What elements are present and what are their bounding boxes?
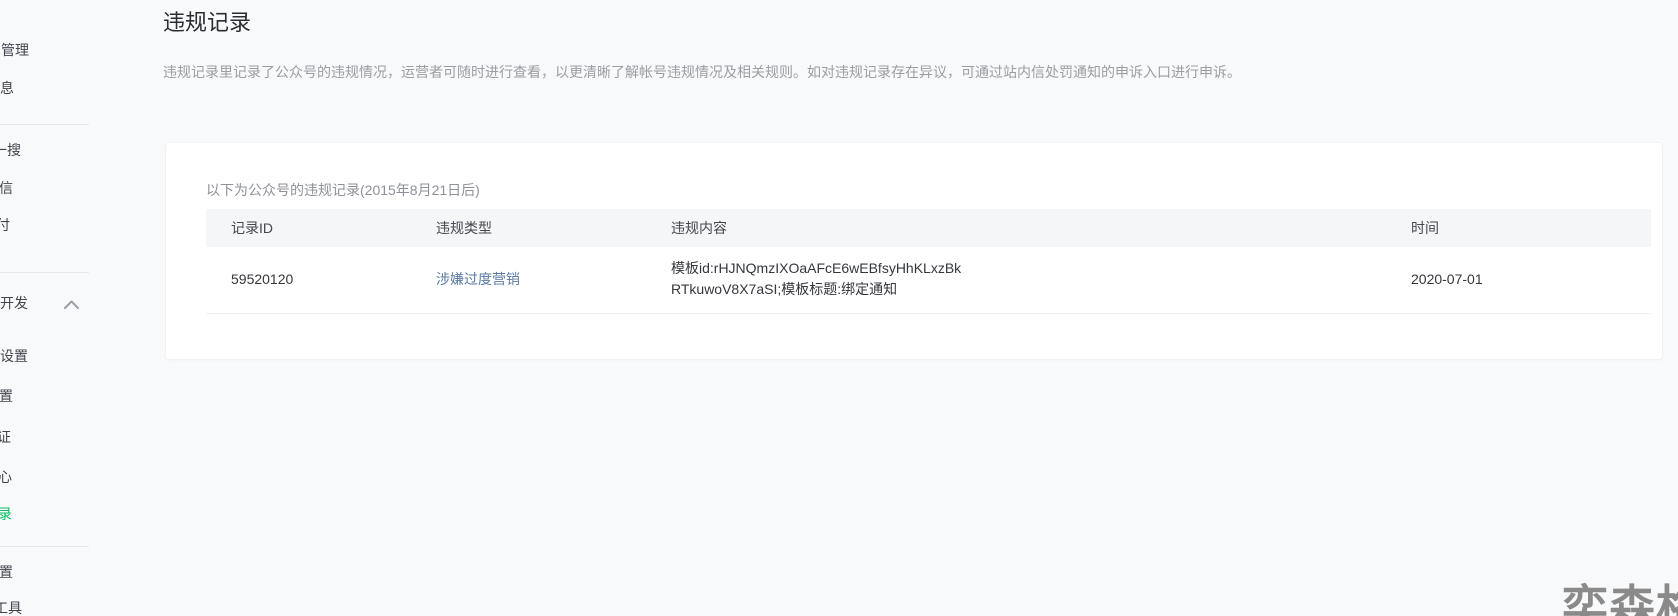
- col-header-record-id: 记录ID: [206, 209, 411, 247]
- cell-time: 2020-07-01: [1386, 247, 1651, 314]
- cell-violation-type: 涉嫌过度营销: [411, 247, 646, 314]
- records-subtitle: 以下为公众号的违规记录(2015年8月21日后): [206, 182, 480, 198]
- col-header-violation-content: 违规内容: [646, 209, 1386, 247]
- page-title: 违规记录: [163, 10, 252, 35]
- violation-content-line-1: 模板id:rHJNQmzIXOaAFcE6wEBfsyHhKLxzBk: [671, 260, 962, 276]
- table-row: 59520120 涉嫌过度营销 模板id:rHJNQmzIXOaAFcE6wEB…: [206, 247, 1651, 314]
- violation-type-link[interactable]: 涉嫌过度营销: [436, 271, 520, 287]
- violation-records-table: 记录ID 违规类型 违规内容 时间 59520120 涉嫌过度营销 模板id:r…: [206, 209, 1651, 314]
- watermark-logo: 奕森格: [1562, 581, 1678, 616]
- cell-violation-content: 模板id:rHJNQmzIXOaAFcE6wEBfsyHhKLxzBk RTku…: [646, 247, 1386, 314]
- violation-records-card: 以下为公众号的违规记录(2015年8月21日后) 记录ID 违规类型 违规内容 …: [165, 142, 1663, 360]
- page-description: 违规记录里记录了公众号的违规情况，运营者可随时进行查看，以更清晰了解帐号违规情况…: [163, 64, 1241, 80]
- violation-content-line-2: RTkuwoV8X7aSI;模板标题:绑定通知: [671, 281, 898, 297]
- cell-record-id: 59520120: [206, 247, 411, 314]
- col-header-time: 时间: [1386, 209, 1651, 247]
- table-header-row: 记录ID 违规类型 违规内容 时间: [206, 209, 1651, 247]
- col-header-violation-type: 违规类型: [411, 209, 646, 247]
- main-content: 违规记录 违规记录里记录了公众号的违规情况，运营者可随时进行查看，以更清晰了解帐…: [0, 0, 1678, 616]
